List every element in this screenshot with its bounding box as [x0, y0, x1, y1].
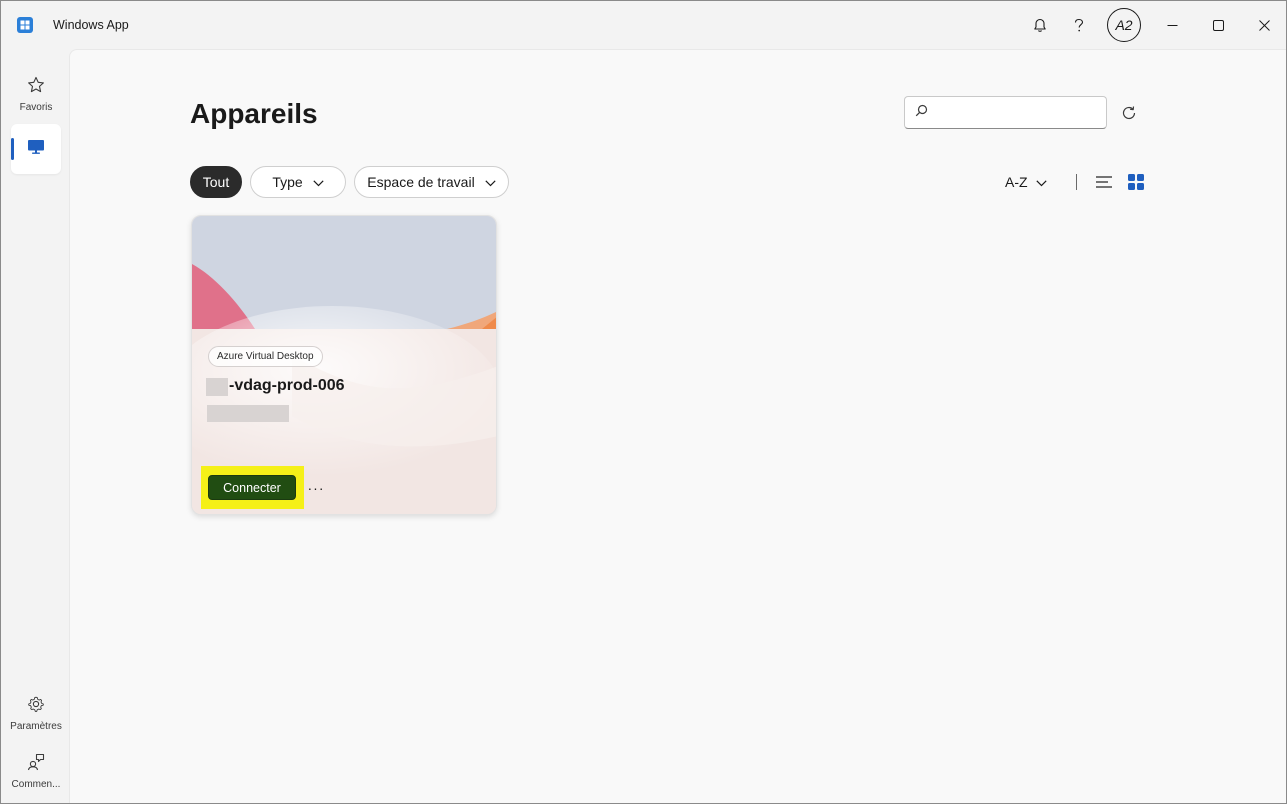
chevron-down-icon [485, 174, 496, 190]
help-icon[interactable] [1063, 9, 1095, 41]
sort-label: A-Z [1005, 174, 1028, 190]
list-view-icon[interactable] [1094, 172, 1114, 192]
selected-indicator [11, 138, 14, 160]
chevron-down-icon [313, 174, 324, 190]
windows-app-logo-icon [17, 17, 33, 33]
filter-workspace-dropdown[interactable]: Espace de travail [354, 166, 509, 198]
redacted-block [207, 405, 289, 422]
sidebar-item-favorites[interactable]: Favoris [11, 69, 61, 119]
device-name: -vdag-prod-006 [229, 377, 345, 394]
app-title: Windows App [53, 18, 129, 32]
connect-button[interactable]: Connecter [208, 475, 296, 500]
device-card[interactable]: Azure Virtual Desktop -vdag-prod-006 Con… [191, 215, 497, 515]
filter-type-dropdown[interactable]: Type [250, 166, 346, 198]
toolbar-divider [1076, 174, 1077, 190]
search-icon [915, 104, 928, 122]
title-bar: Windows App A2 [1, 1, 1286, 49]
account-avatar[interactable]: A2 [1107, 8, 1141, 42]
sidebar-item-label: Paramètres [10, 720, 62, 732]
refresh-icon[interactable] [1116, 100, 1142, 126]
filter-type-label: Type [272, 174, 303, 190]
app-window: Windows App A2 Favoris Paramètres Commen… [0, 0, 1287, 804]
sort-dropdown[interactable]: A-Z [1005, 174, 1047, 190]
grid-view-icon[interactable] [1126, 172, 1146, 192]
feedback-icon [27, 753, 45, 776]
sidebar-item-devices[interactable] [11, 124, 61, 174]
sidebar: Favoris Paramètres Commen... [1, 49, 69, 803]
sidebar-item-label: Commen... [11, 778, 61, 790]
chevron-down-icon [1035, 174, 1047, 190]
device-type-badge: Azure Virtual Desktop [208, 346, 323, 367]
search-box[interactable] [904, 96, 1107, 129]
filter-workspace-label: Espace de travail [367, 174, 475, 190]
search-input[interactable] [936, 105, 1096, 120]
filter-all-label: Tout [202, 174, 230, 190]
notifications-bell-icon[interactable] [1024, 9, 1056, 41]
page-title: Appareils [190, 98, 318, 129]
maximize-icon[interactable] [1195, 1, 1241, 49]
monitor-icon [27, 139, 45, 160]
minimize-icon[interactable] [1149, 1, 1195, 49]
sidebar-item-label: Favoris [19, 101, 53, 113]
star-icon [27, 76, 45, 99]
more-options-icon[interactable]: ··· [306, 478, 326, 498]
close-icon[interactable] [1241, 1, 1286, 49]
gear-icon [27, 695, 45, 718]
filter-all-chip[interactable]: Tout [190, 166, 242, 198]
main-content: Appareils Tout Type Espace de travail A-… [69, 49, 1286, 803]
sidebar-item-settings[interactable]: Paramètres [10, 691, 62, 735]
redacted-block [206, 378, 228, 396]
sidebar-item-feedback[interactable]: Commen... [11, 749, 61, 793]
